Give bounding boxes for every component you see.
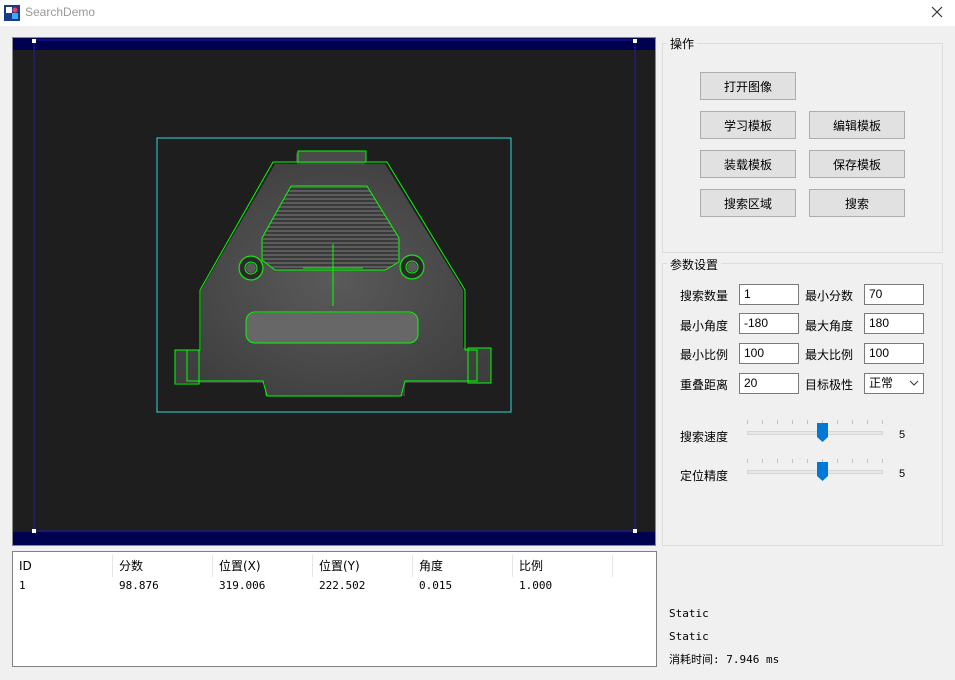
results-table[interactable]: ID 分数 位置(X) 位置(Y) 角度 比例 1 98.876 319.006… (12, 551, 657, 667)
cell-id: 1 (19, 579, 26, 592)
col-pos-y[interactable]: 位置(Y) (313, 555, 413, 577)
save-template-button[interactable]: 保存模板 (809, 150, 905, 178)
polarity-value: 正常 (869, 376, 894, 390)
cell-pos-x: 319.006 (219, 579, 266, 592)
close-button[interactable] (919, 0, 955, 26)
cell-pos-y: 222.502 (319, 579, 366, 592)
polarity-label: 目标极性 (805, 378, 854, 392)
image-canvas (13, 38, 655, 545)
search-button[interactable]: 搜索 (809, 189, 905, 217)
table-header: ID 分数 位置(X) 位置(Y) 角度 比例 (13, 555, 656, 577)
region-handle[interactable] (633, 39, 637, 43)
min-scale-input[interactable]: 100 (739, 343, 799, 364)
precision-label: 定位精度 (680, 469, 729, 483)
region-handle[interactable] (32, 529, 36, 533)
speed-slider[interactable] (747, 420, 883, 444)
params-title: 参数设置 (667, 256, 722, 273)
open-image-button[interactable]: 打开图像 (700, 72, 796, 100)
search-count-label: 搜索数量 (680, 289, 729, 303)
status-line-2: Static (669, 630, 709, 643)
speed-label: 搜索速度 (680, 430, 729, 444)
operations-title: 操作 (667, 35, 698, 52)
slider-track[interactable] (747, 431, 883, 435)
frame-bottom (13, 532, 655, 545)
precision-value: 5 (899, 468, 906, 480)
slider-thumb[interactable] (816, 423, 828, 442)
region-handle[interactable] (633, 529, 637, 533)
col-id[interactable]: ID (13, 555, 113, 577)
col-pos-x[interactable]: 位置(X) (213, 555, 313, 577)
col-angle[interactable]: 角度 (413, 555, 513, 577)
window-title: SearchDemo (25, 5, 96, 19)
learn-template-button[interactable]: 学习模板 (700, 111, 796, 139)
cell-scale: 1.000 (519, 579, 553, 592)
polarity-select[interactable]: 正常 (864, 373, 924, 394)
col-score[interactable]: 分数 (113, 555, 213, 577)
region-handle[interactable] (32, 39, 36, 43)
params-group (662, 263, 943, 546)
slider-thumb[interactable] (816, 462, 828, 481)
elapsed-time: 消耗时间: 7.946 ms (669, 653, 780, 666)
title-bar: SearchDemo (0, 0, 955, 26)
chevron-down-icon (909, 374, 919, 399)
image-viewer[interactable] (12, 37, 656, 546)
min-score-input[interactable]: 70 (864, 284, 924, 305)
min-score-label: 最小分数 (805, 289, 854, 303)
table-row[interactable]: 1 98.876 319.006 222.502 0.015 1.000 (13, 577, 656, 595)
min-angle-input[interactable]: -180 (739, 313, 799, 334)
status-line-1: Static (669, 607, 709, 620)
max-angle-label: 最大角度 (805, 319, 854, 333)
cell-angle: 0.015 (419, 579, 453, 592)
speed-value: 5 (899, 429, 906, 441)
search-count-input[interactable]: 1 (739, 284, 799, 305)
min-scale-label: 最小比例 (680, 348, 729, 362)
search-region-button[interactable]: 搜索区域 (700, 189, 796, 217)
max-scale-label: 最大比例 (805, 348, 854, 362)
overlap-label: 重叠距离 (680, 378, 729, 392)
max-scale-input[interactable]: 100 (864, 343, 924, 364)
slider-track[interactable] (747, 470, 883, 474)
load-template-button[interactable]: 装载模板 (700, 150, 796, 178)
precision-slider[interactable] (747, 459, 883, 483)
col-scale[interactable]: 比例 (513, 555, 613, 577)
app-icon (4, 5, 20, 21)
edit-template-button[interactable]: 编辑模板 (809, 111, 905, 139)
cell-score: 98.876 (119, 579, 159, 592)
close-icon (931, 6, 943, 21)
min-angle-label: 最小角度 (680, 319, 729, 333)
overlap-input[interactable]: 20 (739, 373, 799, 394)
max-angle-input[interactable]: 180 (864, 313, 924, 334)
